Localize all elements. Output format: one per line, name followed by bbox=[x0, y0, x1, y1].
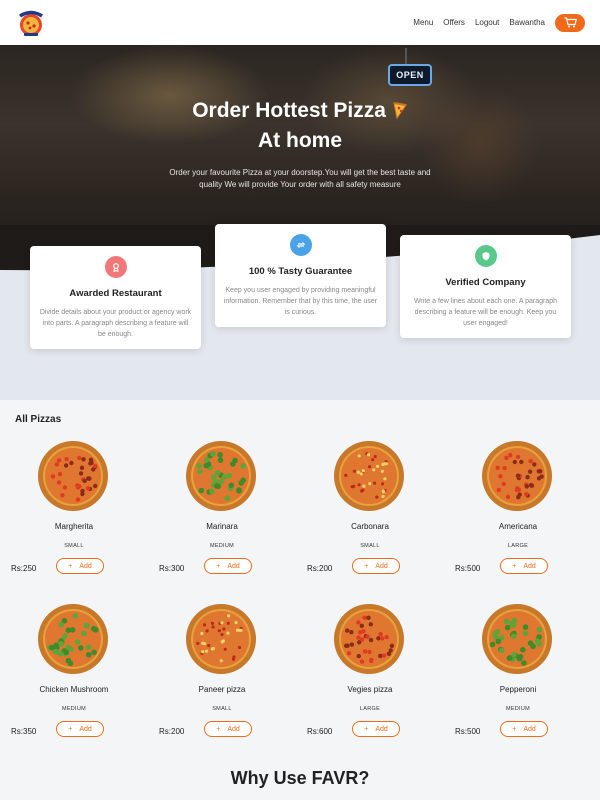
pizza-card: Chicken Mushroom MEDIUM Rs:350 + Add bbox=[0, 603, 148, 763]
pizza-size: SMALL bbox=[64, 543, 84, 549]
add-to-cart-button[interactable]: + Add bbox=[56, 721, 104, 737]
plus-icon: + bbox=[68, 562, 73, 570]
pizza-size: MEDIUM bbox=[209, 543, 235, 549]
pizza-price: Rs:200 bbox=[307, 564, 333, 573]
plus-icon: + bbox=[364, 562, 369, 570]
pizza-size: MEDIUM bbox=[505, 706, 531, 712]
feature-title: Verified Company bbox=[445, 277, 526, 288]
pizza-name: Chicken Mushroom bbox=[39, 685, 109, 694]
feature-card-verified: Verified Company Write a few lines about… bbox=[400, 235, 571, 338]
pizza-price: Rs:200 bbox=[159, 727, 185, 736]
plus-icon: + bbox=[216, 725, 221, 733]
plus-icon: + bbox=[68, 725, 73, 733]
plus-icon: + bbox=[512, 562, 517, 570]
pizza-price: Rs:500 bbox=[455, 727, 481, 736]
pizza-card: Paneer pizza SMALL Rs:200 + Add bbox=[148, 603, 296, 763]
add-label: Add bbox=[523, 562, 536, 570]
add-label: Add bbox=[523, 725, 536, 733]
pizza-name: Marinara bbox=[206, 522, 238, 531]
add-label: Add bbox=[227, 725, 240, 733]
why-heading: Why Use FAVR? bbox=[230, 768, 370, 788]
add-label: Add bbox=[79, 725, 92, 733]
pizza-image bbox=[186, 604, 256, 674]
open-sign: OPEN bbox=[388, 64, 432, 86]
hero-subtitle: Order your favourite Pizza at your doors… bbox=[169, 168, 431, 189]
plus-icon: + bbox=[216, 562, 221, 570]
pizza-card: Americana LARGE Rs:500 + Add bbox=[444, 440, 592, 600]
pizza-name: Vegies pizza bbox=[347, 685, 393, 694]
pizza-card: Pepperoni MEDIUM Rs:500 + Add bbox=[444, 603, 592, 763]
feature-title: Awarded Restaurant bbox=[69, 288, 162, 299]
pizza-price: Rs:500 bbox=[455, 564, 481, 573]
add-label: Add bbox=[375, 725, 388, 733]
pizza-size: SMALL bbox=[212, 706, 232, 712]
pizza-size: LARGE bbox=[507, 543, 529, 549]
pizza-card: Vegies pizza LARGE Rs:600 + Add bbox=[296, 603, 444, 763]
add-to-cart-button[interactable]: + Add bbox=[500, 558, 548, 574]
pizza-size: MEDIUM bbox=[61, 706, 87, 712]
pizza-name: Carbonara bbox=[351, 522, 389, 531]
sign-stand bbox=[405, 48, 407, 64]
hero-title: Order Hottest Pizza At home bbox=[0, 96, 600, 156]
pizza-card: Marinara MEDIUM Rs:300 + Add bbox=[148, 440, 296, 600]
add-to-cart-button[interactable]: + Add bbox=[500, 721, 548, 737]
add-to-cart-button[interactable]: + Add bbox=[204, 558, 252, 574]
feature-text: Write a few lines about each one. A para… bbox=[413, 298, 558, 327]
pizza-size: LARGE bbox=[359, 706, 381, 712]
nav-menu-link[interactable]: Menu bbox=[413, 18, 433, 27]
pizza-image bbox=[482, 441, 552, 511]
pizza-name: Margherita bbox=[54, 522, 94, 531]
feature-card-guarantee: 100 % Tasty Guarantee Keep you user enga… bbox=[215, 224, 386, 327]
add-to-cart-button[interactable]: + Add bbox=[352, 558, 400, 574]
feature-text: Keep you user engaged by providing meani… bbox=[223, 287, 378, 316]
pizza-name: Americana bbox=[498, 522, 538, 531]
nav-user-link[interactable]: Bawantha bbox=[509, 18, 545, 27]
repeat-icon bbox=[289, 234, 312, 256]
cart-icon bbox=[564, 17, 577, 28]
navbar: Menu Offers Logout Bawantha bbox=[0, 0, 600, 45]
hero-title-line2: At home bbox=[258, 129, 342, 152]
section-title: All Pizzas bbox=[15, 414, 62, 425]
pizza-size: SMALL bbox=[360, 543, 380, 549]
pizza-name: Pepperoni bbox=[499, 685, 537, 694]
pizza-image bbox=[334, 441, 404, 511]
pizza-image bbox=[38, 604, 108, 674]
pizza-card: Margherita SMALL Rs:250 + Add bbox=[0, 440, 148, 600]
add-to-cart-button[interactable]: + Add bbox=[204, 721, 252, 737]
pizza-image bbox=[186, 441, 256, 511]
add-to-cart-button[interactable]: + Add bbox=[352, 721, 400, 737]
award-icon bbox=[104, 256, 127, 278]
pizza-price: Rs:250 bbox=[11, 564, 37, 573]
add-label: Add bbox=[375, 562, 388, 570]
plus-icon: + bbox=[512, 725, 517, 733]
pizza-name: Paneer pizza bbox=[198, 685, 246, 694]
plus-icon: + bbox=[364, 725, 369, 733]
add-to-cart-button[interactable]: + Add bbox=[56, 558, 104, 574]
feature-card-awarded: Awarded Restaurant Divide details about … bbox=[30, 246, 201, 349]
pizza-slice-icon bbox=[393, 102, 407, 119]
hero-title-line1: Order Hottest Pizza bbox=[192, 99, 386, 122]
feature-title: 100 % Tasty Guarantee bbox=[248, 266, 353, 277]
pizza-price: Rs:300 bbox=[159, 564, 185, 573]
feature-text: Divide details about your product or age… bbox=[39, 309, 192, 338]
pizza-logo[interactable] bbox=[18, 7, 44, 37]
pizza-price: Rs:350 bbox=[11, 727, 37, 736]
nav-offers-link[interactable]: Offers bbox=[443, 18, 465, 27]
shield-icon bbox=[474, 245, 497, 267]
cart-button[interactable] bbox=[555, 13, 585, 32]
pizza-image bbox=[334, 604, 404, 674]
pizza-image bbox=[38, 441, 108, 511]
pizza-card: Carbonara SMALL Rs:200 + Add bbox=[296, 440, 444, 600]
add-label: Add bbox=[227, 562, 240, 570]
add-label: Add bbox=[79, 562, 92, 570]
nav-logout-link[interactable]: Logout bbox=[475, 18, 499, 27]
pizza-image bbox=[482, 604, 552, 674]
pizza-price: Rs:600 bbox=[307, 727, 333, 736]
